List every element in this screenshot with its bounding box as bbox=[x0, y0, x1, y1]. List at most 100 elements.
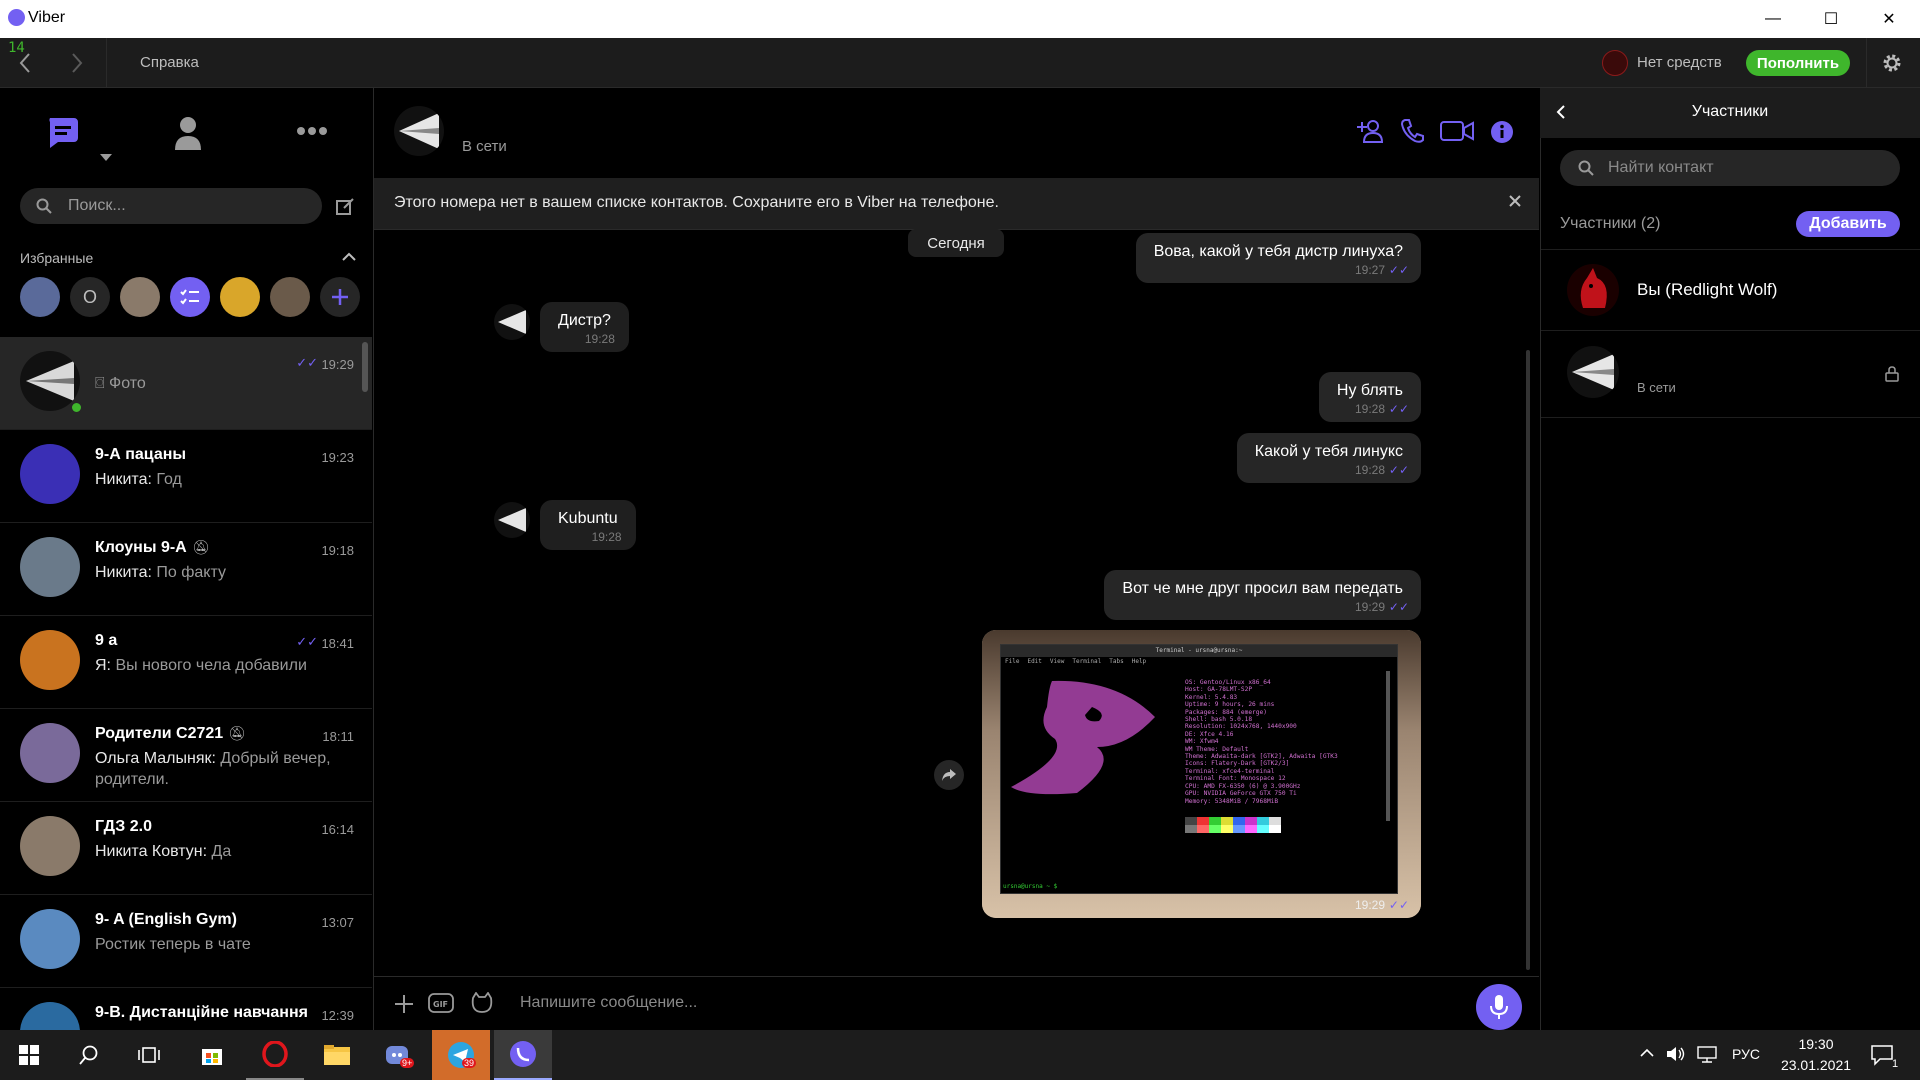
chat-time: 18:41 bbox=[321, 636, 354, 651]
chat-time: 13:07 bbox=[321, 915, 354, 930]
terminal-window: Terminal - ursna@ursna:~ File Edit View Ter… bbox=[1000, 644, 1398, 894]
chat-list-item[interactable]: ⌼ Фото ✓✓ 19:29 bbox=[0, 337, 372, 430]
volume-icon[interactable] bbox=[1666, 1045, 1686, 1063]
close-window-button[interactable]: ✕ bbox=[1860, 0, 1918, 38]
viber-taskbar-icon[interactable] bbox=[494, 1030, 552, 1080]
preview-sender: Никита Ковтун: bbox=[95, 843, 208, 860]
info-icon[interactable] bbox=[1490, 120, 1514, 144]
terminal-info-line: GPU: NVIDIA GeForce GTX 750 Ti bbox=[1185, 790, 1297, 798]
topup-button[interactable]: Пополнить bbox=[1746, 50, 1850, 76]
add-favorite-button[interactable] bbox=[320, 277, 360, 317]
chat-time: 18:11 bbox=[322, 729, 354, 744]
favorite-contact[interactable] bbox=[120, 277, 160, 317]
clock-time[interactable]: 19:30 bbox=[1776, 1036, 1856, 1052]
participant-row[interactable]: Вы (Redlight Wolf) bbox=[1541, 249, 1920, 331]
chat-list-item[interactable]: ГДЗ 2.0 Никита Ковтун: Да 16:14 bbox=[0, 802, 372, 895]
chat-list-item[interactable]: 9- A (English Gym) Ростик теперь в чате 1… bbox=[0, 895, 372, 988]
sender-avatar[interactable] bbox=[494, 304, 530, 340]
preview-text: Вы нового чела добавили bbox=[115, 657, 307, 674]
muted-icon: 🔕︎ bbox=[228, 725, 246, 741]
sender-avatar[interactable] bbox=[494, 502, 530, 538]
chat-name: Клоуны 9-А bbox=[95, 539, 187, 556]
chat-list-scrollbar[interactable] bbox=[362, 342, 368, 392]
contact-avatar[interactable] bbox=[394, 106, 444, 156]
chats-tab-icon[interactable] bbox=[44, 114, 80, 150]
favorite-contact[interactable]: О bbox=[70, 277, 110, 317]
chat-name: ГДЗ 2.0 bbox=[95, 818, 152, 835]
store-icon[interactable] bbox=[183, 1030, 241, 1080]
search-input[interactable]: Поиск... bbox=[20, 188, 322, 224]
image-message[interactable]: Terminal - ursna@ursna:~ File Edit View Ter… bbox=[982, 630, 1421, 918]
network-icon[interactable] bbox=[1696, 1045, 1718, 1063]
chat-list-item[interactable]: 9 а Я: Вы нового чела добавили ✓✓ 18:41 bbox=[0, 616, 372, 709]
chat-list-item[interactable]: Клоуны 9-А 🔕︎ Никита: По факту 19:18 bbox=[0, 523, 372, 616]
messages-scrollbar[interactable] bbox=[1526, 350, 1530, 970]
attach-plus-icon[interactable] bbox=[394, 994, 414, 1014]
favorite-contact[interactable] bbox=[270, 277, 310, 317]
viber-logo-icon bbox=[8, 9, 25, 26]
terminal-scrollbar bbox=[1386, 671, 1390, 821]
maximize-button[interactable]: ☐ bbox=[1802, 0, 1860, 38]
task-view-icon[interactable] bbox=[120, 1030, 178, 1080]
compose-icon[interactable] bbox=[336, 198, 354, 216]
language-indicator[interactable]: РУС bbox=[1732, 1046, 1760, 1062]
call-icon[interactable] bbox=[1400, 118, 1424, 144]
gif-icon[interactable]: GIF bbox=[428, 993, 456, 1015]
message-list: Вова, какой у тебя дистр линуха? 19:27 ✓… bbox=[374, 230, 1539, 975]
message-bubble[interactable]: Ну блять 19:28 ✓✓ bbox=[1318, 372, 1421, 422]
opera-icon[interactable] bbox=[246, 1030, 304, 1080]
favorite-tasks[interactable] bbox=[170, 277, 210, 317]
add-participant-button[interactable]: Добавить bbox=[1796, 211, 1900, 237]
terminal-menu: File Edit View Terminal Tabs Help bbox=[1005, 658, 1146, 665]
participant-row[interactable]: В сети bbox=[1541, 332, 1920, 418]
voice-message-button[interactable] bbox=[1476, 984, 1522, 1030]
back-arrow-icon[interactable] bbox=[18, 52, 32, 74]
message-bubble[interactable]: Вот че мне друг просил вам передать 19:2… bbox=[1104, 570, 1421, 620]
message-input[interactable]: Напишите сообщение... bbox=[520, 994, 697, 1012]
preview-sender: Никита: bbox=[95, 471, 152, 488]
chat-list-item[interactable]: 9-В. Дистанційне навчання 12:39 bbox=[0, 988, 372, 1030]
message-text: Вова, какой у тебя дистр линуха? bbox=[1153, 243, 1403, 260]
forward-arrow-icon[interactable] bbox=[70, 52, 84, 74]
minimize-button[interactable]: — bbox=[1744, 0, 1802, 38]
contacts-tab-icon[interactable] bbox=[174, 116, 202, 152]
account-avatar[interactable] bbox=[1602, 50, 1628, 76]
notifications-icon[interactable] bbox=[1870, 1044, 1894, 1066]
chat-avatar bbox=[20, 444, 80, 504]
message-time: 19:28 bbox=[591, 530, 622, 544]
message-bubble[interactable]: Какой у тебя линукс 19:28 ✓✓ bbox=[1236, 433, 1421, 483]
preview-sender: Никита: bbox=[95, 564, 152, 581]
chat-name: 9-А пацаны bbox=[95, 446, 187, 463]
message-bubble[interactable]: Дистр? 19:28 bbox=[540, 302, 629, 352]
message-bubble[interactable]: Kubuntu 19:28 bbox=[540, 500, 636, 550]
chevron-down-icon[interactable] bbox=[100, 154, 112, 162]
preview-text: Да bbox=[211, 843, 232, 860]
windows-start-icon[interactable] bbox=[0, 1030, 58, 1080]
discord-icon[interactable]: 9+ bbox=[370, 1030, 428, 1080]
more-tab-icon[interactable] bbox=[296, 126, 328, 136]
telegram-icon[interactable]: 39 bbox=[432, 1030, 490, 1080]
tray-chevron-icon[interactable] bbox=[1640, 1048, 1654, 1058]
forward-icon[interactable] bbox=[934, 760, 964, 790]
favorite-contact[interactable] bbox=[20, 277, 60, 317]
help-link[interactable]: Справка bbox=[140, 54, 199, 71]
chat-list-item[interactable]: 9-А пацаны Никита: Год 19:23 bbox=[0, 430, 372, 523]
terminal-info-line: WM: Xfwm4 bbox=[1185, 738, 1219, 746]
file-explorer-icon[interactable] bbox=[308, 1030, 366, 1080]
video-call-icon[interactable] bbox=[1440, 120, 1474, 142]
close-banner-icon[interactable] bbox=[1508, 194, 1522, 208]
clock-date[interactable]: 23.01.2021 bbox=[1770, 1057, 1862, 1073]
find-contact-input[interactable]: Найти контакт bbox=[1560, 150, 1900, 186]
navigation-bar: 14 Справка Нет средств Пополнить bbox=[0, 38, 1920, 88]
collapse-chevron-icon[interactable] bbox=[342, 252, 356, 262]
sticker-icon[interactable] bbox=[470, 992, 494, 1014]
settings-gear-icon[interactable] bbox=[1880, 51, 1904, 75]
add-participant-icon[interactable] bbox=[1356, 118, 1384, 144]
participants-title: Участники bbox=[1691, 103, 1769, 120]
search-icon[interactable] bbox=[60, 1030, 118, 1080]
favorite-contact[interactable] bbox=[220, 277, 260, 317]
participant-name: Вы (Redlight Wolf) bbox=[1637, 280, 1778, 299]
read-check-icon: ✓✓ bbox=[1388, 463, 1409, 477]
chat-list-item[interactable]: Родители С2721 🔕︎ Ольга Малыняк: Добрый ве… bbox=[0, 709, 372, 802]
message-bubble[interactable]: Вова, какой у тебя дистр линуха? 19:27 ✓… bbox=[1135, 233, 1421, 283]
